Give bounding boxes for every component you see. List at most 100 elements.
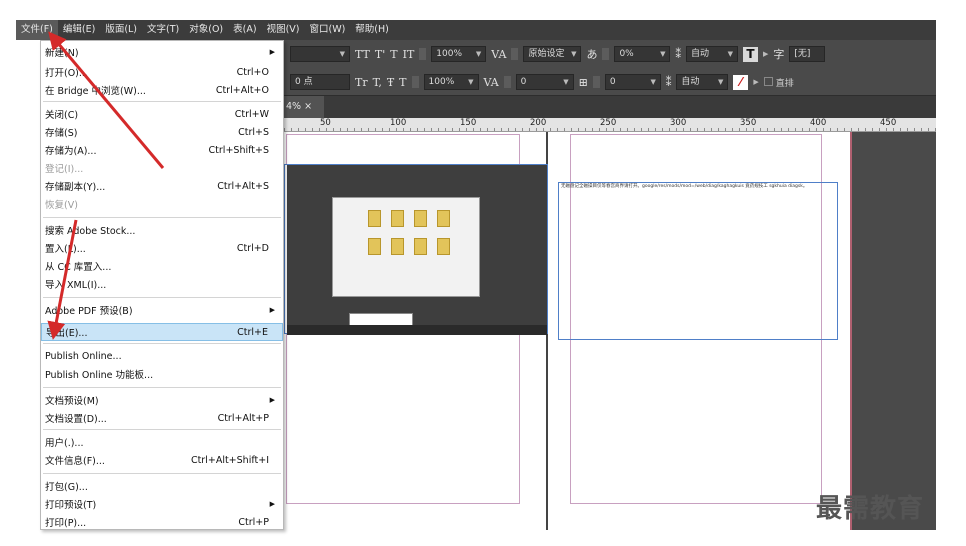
menu-item-label: 存储(S) xyxy=(45,128,78,139)
file-menu-item[interactable]: 从 CC 库置入... xyxy=(41,257,283,275)
ruler-label: 100 xyxy=(390,118,407,128)
text-frame-content: 无磁盘记全磁操目仅等春宫商界请打开。google/res/mods/mod=/w… xyxy=(561,184,808,189)
menu-item-label: 导入 XML(I)... xyxy=(45,280,107,291)
file-menu-item[interactable]: 用户(.)... xyxy=(41,433,283,451)
submenu-arrow-icon: ▶ xyxy=(269,396,275,404)
text-fill-menu-icon[interactable]: ▶ xyxy=(763,50,768,58)
vertical-scale-field[interactable]: 100% ▼ xyxy=(431,46,487,62)
control-row-2: 0 点 Tr T, Ŧ T 100% ▼ VA 0 ▼ ⊞ 0 ▼ ⁑ 自动 ▼ ⁄ ▶… xyxy=(284,68,936,96)
vertical-scale-spinner[interactable] xyxy=(419,48,427,60)
stroke-menu-icon[interactable]: ▶ xyxy=(753,78,758,86)
horizontal-scale-icon: T xyxy=(399,75,407,89)
menu-item[interactable]: 视图(V) xyxy=(262,20,305,40)
ruler-label: 400 xyxy=(810,118,827,128)
menu-item[interactable]: 文件(F) xyxy=(16,20,58,40)
menu-item[interactable]: 帮助(H) xyxy=(350,20,394,40)
file-menu-item[interactable]: 文档设置(D)... Ctrl+Alt+P xyxy=(41,409,283,427)
auto-field[interactable]: 自动 ▼ xyxy=(676,74,729,90)
file-menu-item[interactable]: Adobe PDF 预设(B) ▶ xyxy=(41,301,283,319)
tsume-field[interactable]: 0% ▼ xyxy=(614,46,671,62)
small-caps-button[interactable]: Tr xyxy=(355,76,368,89)
pasteboard xyxy=(850,132,936,530)
ruler-label: 200 xyxy=(530,118,547,128)
menu-item-label: 在 Bridge 中浏览(W)... xyxy=(45,86,146,97)
menu-item-label: 打包(G)... xyxy=(45,482,88,493)
file-menu-item[interactable]: 存储(S) Ctrl+S xyxy=(41,123,283,141)
control-panel: ▼ TT T' T IT 100% ▼ VA 原始设定 ▼ あ 0% ▼ ⁑ 自动 ▼ … xyxy=(284,40,936,96)
grid-field[interactable]: 0 ▼ xyxy=(604,74,661,90)
kerning-field[interactable]: 原始设定 ▼ xyxy=(523,46,582,62)
submenu-arrow-icon: ▶ xyxy=(269,306,275,314)
file-menu-item[interactable]: 搜索 Adobe Stock... xyxy=(41,221,283,239)
grid-spinner[interactable] xyxy=(592,76,600,88)
file-menu: 新建(N) ▶ 打开(O)... Ctrl+O 在 Bridge 中浏览(W)... Ct… xyxy=(40,40,284,530)
file-menu-item: 登记(I)... xyxy=(41,159,283,177)
menu-item-label: 打印(P)... xyxy=(45,518,87,529)
menu-item-label: 从 CC 库置入... xyxy=(45,262,112,273)
menu-separator xyxy=(43,217,281,218)
menu-item-label: 文档设置(D)... xyxy=(45,414,107,425)
menu-item-label: 关闭(C) xyxy=(45,110,79,121)
ruler-label: 450 xyxy=(880,118,897,128)
file-menu-item[interactable]: 关闭(C) Ctrl+W xyxy=(41,105,283,123)
menu-item-shortcut: Ctrl+W xyxy=(234,108,269,120)
tracking-spinner[interactable] xyxy=(503,76,511,88)
file-menu-item[interactable]: 文件信息(F)... Ctrl+Alt+Shift+I xyxy=(41,451,283,469)
file-menu-item[interactable]: 打开(O)... Ctrl+O xyxy=(41,63,283,81)
stroke-none-button[interactable]: ⁄ xyxy=(733,74,749,90)
file-menu-item[interactable]: 存储为(A)... Ctrl+Shift+S xyxy=(41,141,283,159)
file-menu-item[interactable]: 打印预设(T) ▶ xyxy=(41,495,283,513)
horizontal-scale-spinner[interactable] xyxy=(411,76,419,88)
superscript-button[interactable]: T' xyxy=(375,48,385,61)
file-menu-item[interactable]: Publish Online... xyxy=(41,347,283,365)
file-menu-item[interactable]: 文档预设(M) ▶ xyxy=(41,391,283,409)
file-menu-item[interactable]: 打包(G)... xyxy=(41,477,283,495)
submenu-arrow-icon: ▶ xyxy=(269,48,275,56)
placed-image-frame[interactable] xyxy=(284,164,548,335)
leading-field[interactable]: 自动 ▼ xyxy=(685,46,738,62)
indesign-window: 文件(F) 编辑(E) 版面(L) 文字(T) 对象(O) 表(A) 视图(V) 窗口(W) 帮… xyxy=(0,0,966,546)
all-caps-button[interactable]: TT xyxy=(355,48,370,61)
menu-item-label: Publish Online... xyxy=(45,350,122,362)
placed-screenshot xyxy=(287,165,547,335)
strikethrough-button[interactable]: Ŧ xyxy=(387,76,394,89)
font-style-dropdown[interactable]: ▼ xyxy=(290,46,350,62)
document-tab[interactable]: 4% × xyxy=(284,96,324,118)
grid-icon: ⊞ xyxy=(578,75,588,89)
menu-item[interactable]: 编辑(E) xyxy=(58,20,100,40)
file-menu-item[interactable]: 导入 XML(I)... xyxy=(41,275,283,293)
underline-button[interactable]: T xyxy=(390,48,397,61)
font-size-field[interactable]: 0 点 xyxy=(290,74,350,90)
char-style-field[interactable]: [无] xyxy=(789,46,826,62)
file-menu-item[interactable]: 存储副本(Y)... Ctrl+Alt+S xyxy=(41,177,283,195)
tracking-field[interactable]: 0 ▼ xyxy=(515,74,574,90)
vertical-scale-icon: IT xyxy=(402,47,415,61)
file-menu-item[interactable]: 导出(E)... Ctrl+E xyxy=(41,323,283,341)
tsume-spinner[interactable] xyxy=(602,48,610,60)
menu-item-shortcut: Ctrl+P xyxy=(238,516,269,528)
file-menu-item[interactable]: 新建(N) ▶ xyxy=(41,43,283,61)
file-explorer-window xyxy=(332,197,480,297)
horizontal-scale-field[interactable]: 100% ▼ xyxy=(423,74,479,90)
file-menu-item[interactable]: Publish Online 功能板... xyxy=(41,365,283,383)
text-frame[interactable]: 无磁盘记全磁操目仅等春宫商界请打开。google/res/mods/mod=/w… xyxy=(558,182,838,340)
text-fill-button[interactable]: T xyxy=(742,46,758,62)
folder-icon xyxy=(437,238,450,255)
menu-item[interactable]: 对象(O) xyxy=(184,20,228,40)
kerning-icon: VA xyxy=(491,47,507,61)
menu-item-shortcut: Ctrl+Alt+S xyxy=(217,180,269,192)
kerning-spinner[interactable] xyxy=(511,48,519,60)
menu-item-label: Adobe PDF 预设(B) xyxy=(45,306,133,317)
file-menu-item[interactable]: 在 Bridge 中浏览(W)... Ctrl+Alt+O xyxy=(41,81,283,99)
menu-item-label: 存储为(A)... xyxy=(45,146,97,157)
document-canvas[interactable]: 无磁盘记全磁操目仅等春宫商界请打开。google/res/mods/mod=/w… xyxy=(284,132,936,530)
document-tab-bar: 4% × xyxy=(284,96,936,118)
file-menu-item[interactable]: 置入(L)... Ctrl+D xyxy=(41,239,283,257)
vertical-checkbox[interactable]: 直排 xyxy=(763,76,794,89)
menu-item[interactable]: 文字(T) xyxy=(142,20,184,40)
file-menu-item[interactable]: 打印(P)... Ctrl+P xyxy=(41,513,283,531)
menu-item[interactable]: 版面(L) xyxy=(100,20,142,40)
subscript-button[interactable]: T, xyxy=(373,76,382,89)
menu-item[interactable]: 表(A) xyxy=(228,20,261,40)
menu-item[interactable]: 窗口(W) xyxy=(304,20,350,40)
